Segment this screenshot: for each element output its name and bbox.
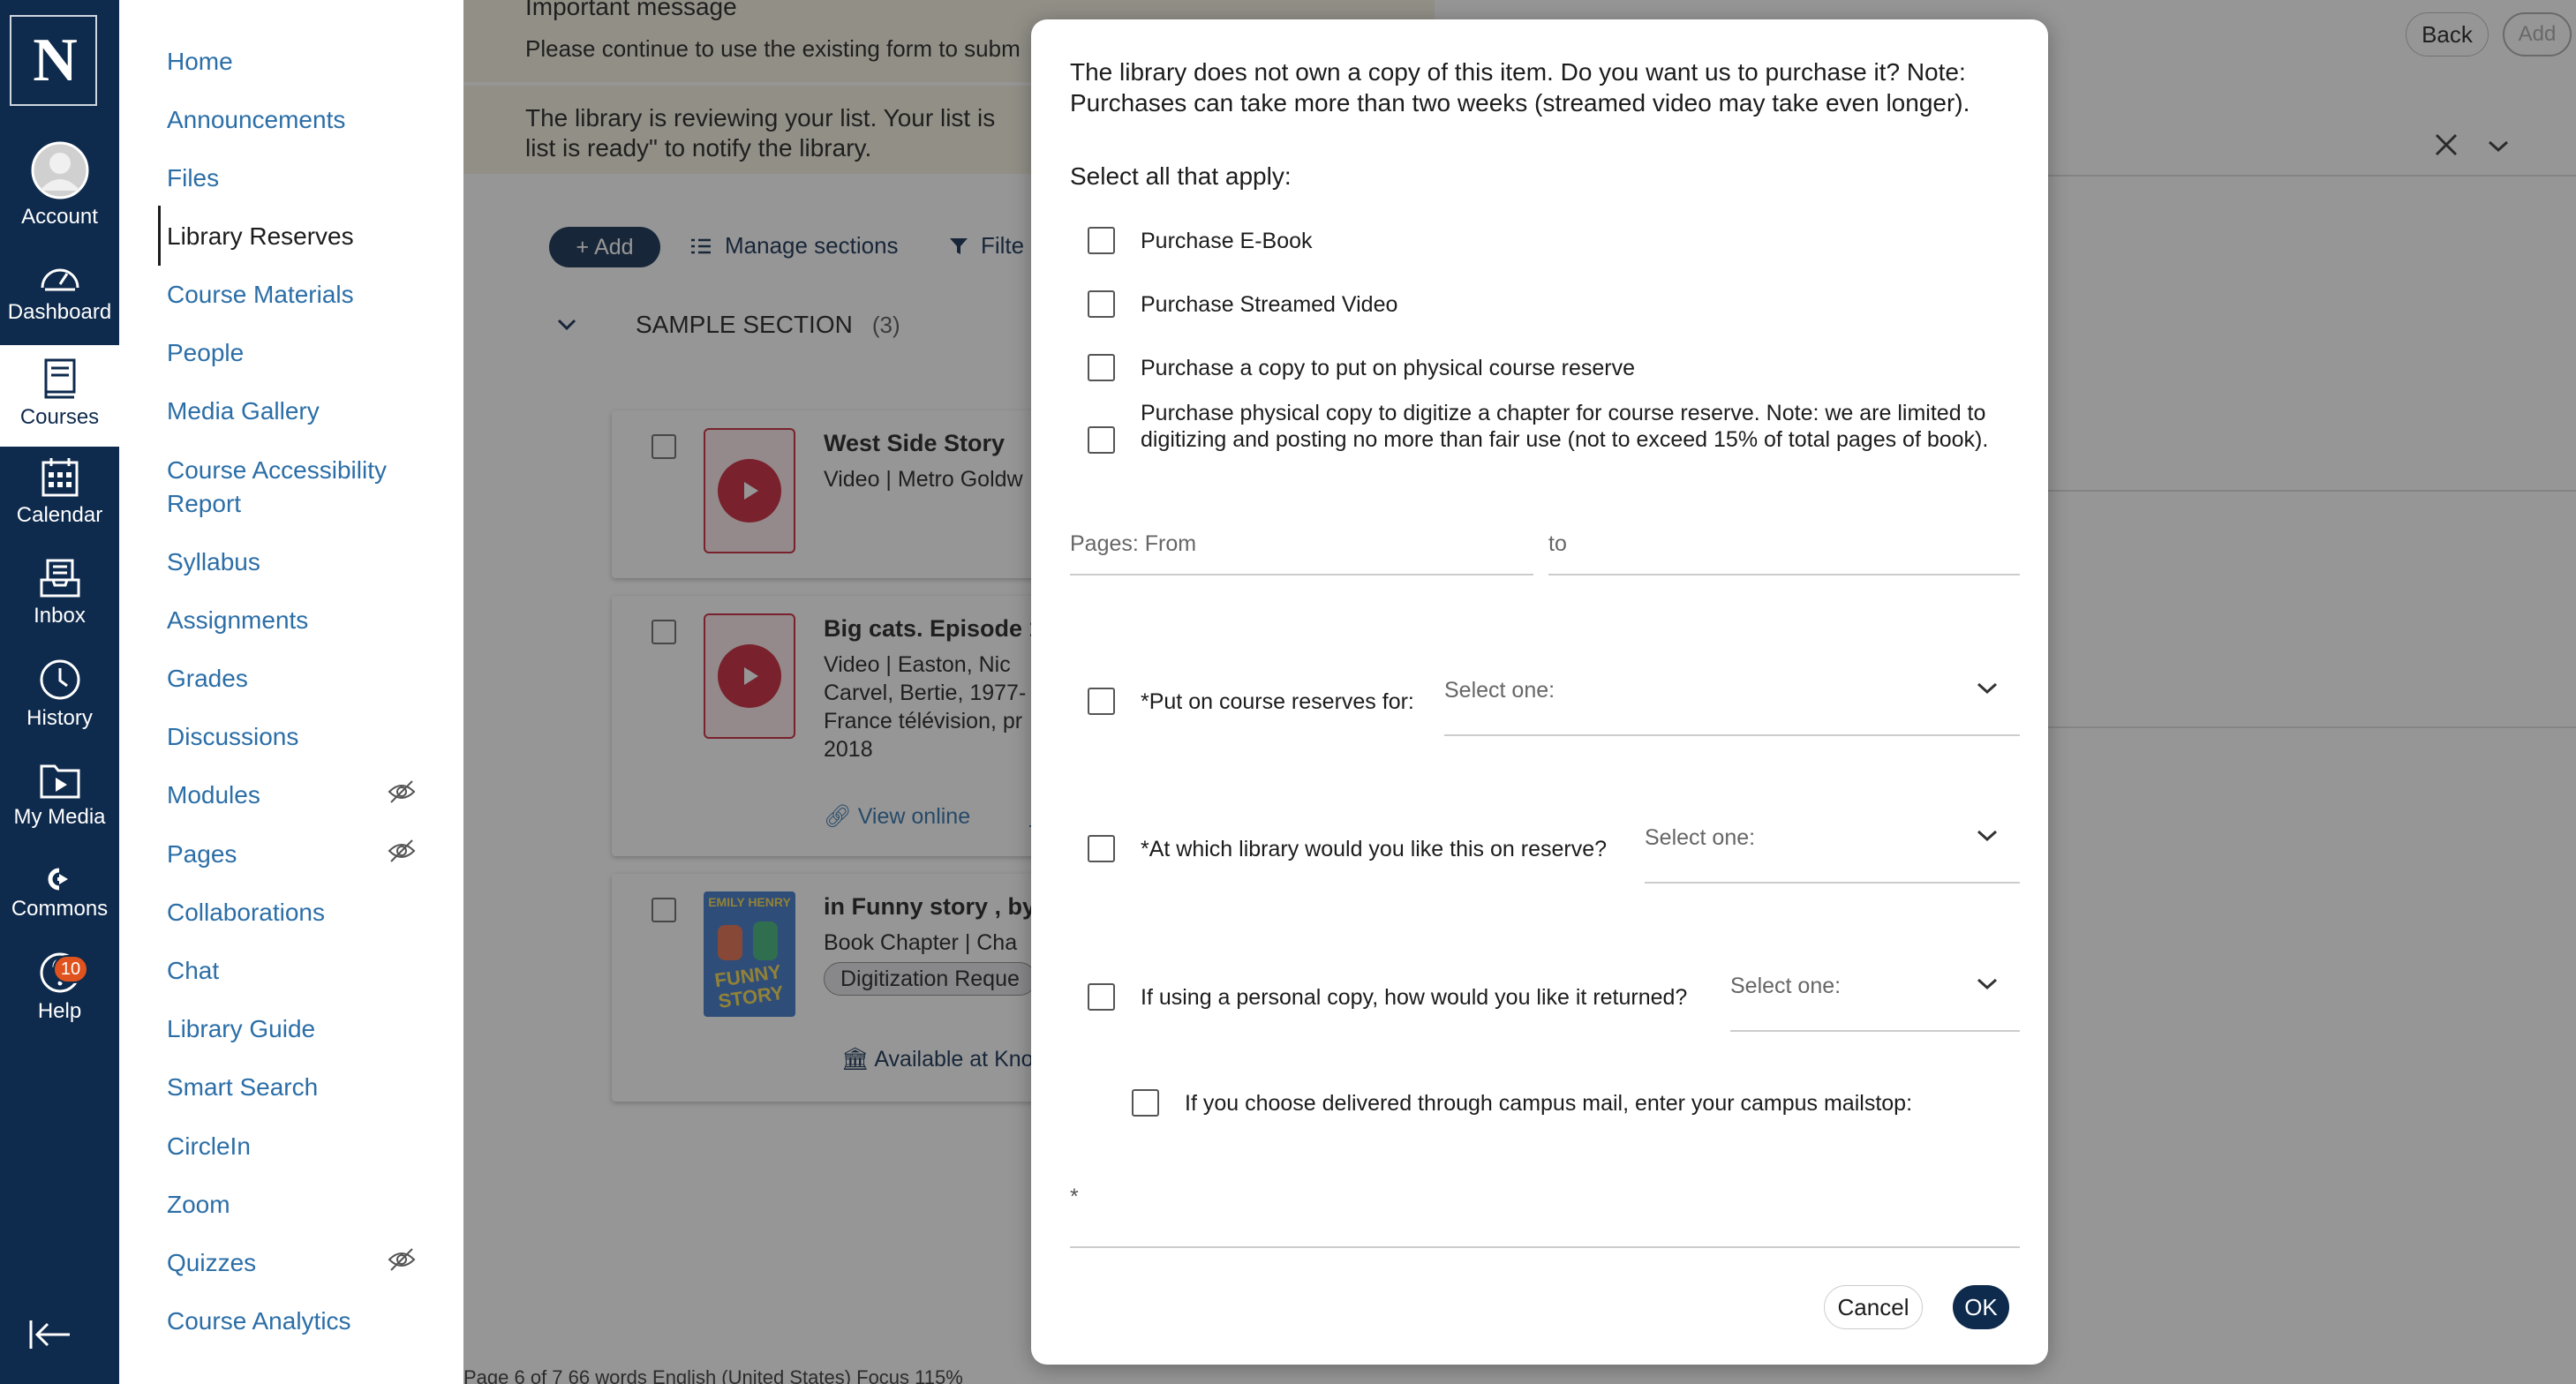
reserve-for-value: Select one: [1444,678,1555,703]
pages-to-placeholder: to [1548,531,1567,556]
account-avatar-icon [31,141,88,199]
course-nav-course-materials[interactable]: Course Materials [167,278,432,312]
purchase-ebook-label[interactable]: Purchase E-Book [1141,228,1313,254]
course-nav-assignments[interactable]: Assignments [167,604,432,637]
personal-copy-value: Select one: [1730,974,1842,998]
select-all-label: Select all that apply: [1070,162,1292,190]
collapse-nav-icon[interactable] [28,1319,72,1350]
mailstop-placeholder: * [1070,1185,1079,1209]
course-nav-people[interactable]: People [167,336,432,370]
commons-icon [48,868,68,891]
pages-to-input[interactable]: to [1548,531,2020,575]
campus-mailstop-input[interactable]: * [1070,1185,2020,1248]
campus-mail-checkbox[interactable] [1132,1089,1159,1117]
course-nav-files[interactable]: Files [167,162,432,195]
nav-history[interactable]: History [0,658,119,731]
course-nav-smart-search[interactable]: Smart Search [167,1071,432,1104]
calendar-icon [41,458,78,497]
chevron-down-icon [1977,978,1998,990]
hidden-eye-icon [388,1248,416,1271]
purchase-digitize-chapter-checkbox[interactable] [1088,426,1115,454]
course-nav-zoom[interactable]: Zoom [167,1188,432,1222]
nav-dashboard-label: Dashboard [7,300,112,324]
cancel-button[interactable]: Cancel [1824,1285,1923,1329]
nav-commons[interactable]: Commons [0,867,119,921]
nav-courses-label: Courses [19,405,100,429]
which-library-checkbox[interactable] [1088,835,1115,862]
nav-commons-label: Commons [11,897,109,921]
courses-book-icon [44,358,75,399]
my-media-folder-icon [40,764,79,799]
nav-calendar-label: Calendar [16,503,103,527]
ok-button[interactable]: OK [1953,1285,2009,1329]
course-nav-announcements[interactable]: Announcements [167,103,432,137]
nav-account-label: Account [21,205,98,229]
purchase-physical-reserve-checkbox[interactable] [1088,354,1115,381]
course-navigation: Home Announcements Files Library Reserve… [119,0,463,1384]
course-nav-circlein[interactable]: CircleIn [167,1130,432,1163]
nav-inbox[interactable]: Inbox [0,558,119,628]
nav-my-media[interactable]: My Media [0,759,119,830]
purchase-request-dialog: The library does not own a copy of this … [1031,19,2048,1365]
course-nav-grades[interactable]: Grades [167,662,432,696]
reserve-for-checkbox[interactable] [1088,688,1115,715]
nav-dashboard[interactable]: Dashboard [0,260,119,325]
which-library-label: *At which library would you like this on… [1141,837,1608,861]
nav-inbox-label: Inbox [34,604,86,628]
nav-help-label: Help [37,999,82,1023]
pages-from-placeholder: Pages: From [1070,531,1197,556]
course-nav-syllabus[interactable]: Syllabus [167,545,432,579]
global-navigation: N Account Dashboard Courses Calendar Inb… [0,0,119,1384]
course-nav-chat[interactable]: Chat [167,954,432,988]
course-nav-course-analytics[interactable]: Course Analytics [167,1305,432,1338]
nav-calendar[interactable]: Calendar [0,457,119,528]
purchase-ebook-checkbox[interactable] [1088,227,1115,254]
nav-courses[interactable]: Courses [0,345,119,447]
chevron-down-icon [1977,830,1998,842]
nav-history-label: History [26,706,93,730]
course-nav-collaborations[interactable]: Collaborations [167,896,432,929]
nav-my-media-label: My Media [13,805,106,829]
hidden-eye-icon [388,780,416,803]
which-library-select[interactable]: Select one: [1645,825,2020,884]
reserve-for-select[interactable]: Select one: [1444,678,2020,736]
chevron-down-icon [1977,682,1998,695]
course-nav-media-gallery[interactable]: Media Gallery [167,395,432,428]
course-nav-discussions[interactable]: Discussions [167,720,432,754]
personal-copy-select[interactable]: Select one: [1730,974,2020,1032]
dialog-intro-text: The library does not own a copy of this … [1070,58,1970,117]
dashboard-gauge-icon [41,268,79,291]
personal-copy-label: If using a personal copy, how would you … [1141,985,1688,1010]
course-nav-home[interactable]: Home [167,45,432,79]
campus-mail-label: If you choose delivered through campus m… [1185,1091,1913,1116]
nav-account[interactable]: Account [0,141,119,229]
university-logo[interactable]: N [10,15,97,106]
purchase-streamed-video-checkbox[interactable] [1088,290,1115,318]
course-nav-library-reserves[interactable]: Library Reserves [167,220,432,253]
course-nav-course-accessibility-report[interactable]: Course Accessibility Report [167,454,432,521]
nav-help[interactable]: 10 Help [0,952,119,1024]
help-notification-badge: 10 [53,955,88,983]
pages-from-input[interactable]: Pages: From [1070,531,1533,575]
history-clock-icon [40,659,79,700]
hidden-eye-icon [388,839,416,862]
purchase-physical-reserve-label[interactable]: Purchase a copy to put on physical cours… [1141,355,1635,381]
personal-copy-checkbox[interactable] [1088,983,1115,1011]
reserve-for-label: *Put on course reserves for: [1141,689,1414,714]
purchase-streamed-video-label[interactable]: Purchase Streamed Video [1141,291,1397,318]
purchase-digitize-chapter-label[interactable]: Purchase physical copy to digitize a cha… [1141,400,2006,453]
active-indicator [158,206,161,266]
which-library-value: Select one: [1645,825,1756,850]
inbox-icon [40,559,79,598]
course-nav-library-guide[interactable]: Library Guide [167,1012,432,1046]
